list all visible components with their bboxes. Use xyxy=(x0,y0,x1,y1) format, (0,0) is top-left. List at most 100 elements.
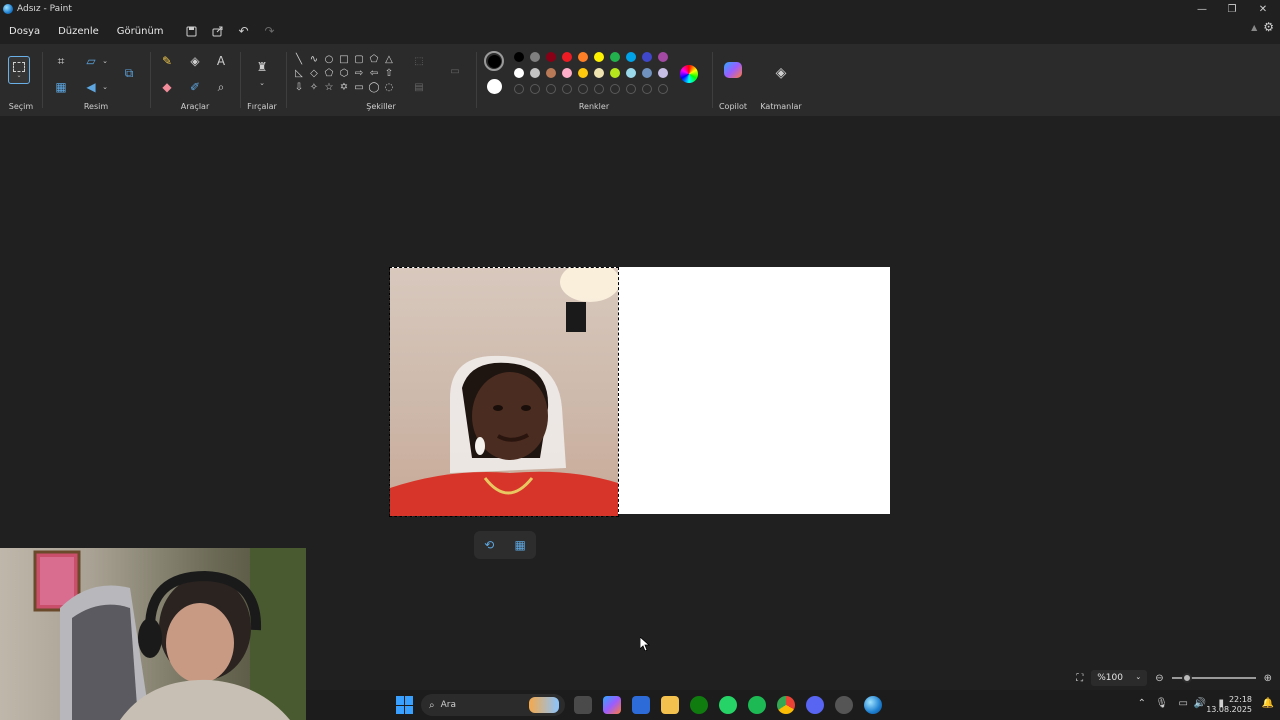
magnifier-icon[interactable]: ⌕ xyxy=(210,76,232,98)
rotate-dropdown-icon[interactable]: ⌄ xyxy=(94,76,116,98)
eraser-icon[interactable]: ◆ xyxy=(156,76,178,98)
share-icon[interactable] xyxy=(205,20,231,42)
custom-color-slot[interactable] xyxy=(642,84,652,94)
color-swatch[interactable] xyxy=(514,68,524,78)
undo-icon[interactable]: ↶ xyxy=(231,20,257,42)
primary-color-button[interactable] xyxy=(484,51,504,71)
microphone-icon[interactable]: 🎙 xyxy=(1155,698,1168,709)
arrow-down-shape-icon[interactable]: ⇩ xyxy=(292,80,306,94)
color-swatch[interactable] xyxy=(562,52,572,62)
custom-color-slot[interactable] xyxy=(530,84,540,94)
fill-style-icon[interactable]: ▤ xyxy=(412,80,426,94)
zoom-slider[interactable] xyxy=(1171,673,1256,683)
layers-icon[interactable]: ◈ xyxy=(770,62,792,84)
selection-marquee[interactable] xyxy=(389,267,619,517)
secondary-color-button[interactable] xyxy=(487,79,502,94)
taskbar-search[interactable]: ⌕ Ara xyxy=(421,694,565,716)
color-swatch[interactable] xyxy=(626,52,636,62)
menu-file[interactable]: Dosya xyxy=(0,26,49,37)
color-swatch[interactable] xyxy=(530,68,540,78)
volume-icon[interactable]: 🔊 xyxy=(1194,698,1206,709)
pencil-icon[interactable]: ✎ xyxy=(156,50,178,72)
color-swatch[interactable] xyxy=(642,68,652,78)
xbox-icon[interactable] xyxy=(690,696,708,714)
color-swatch[interactable] xyxy=(594,68,604,78)
arrow-left-shape-icon[interactable]: ⇦ xyxy=(367,66,381,80)
custom-color-slot[interactable] xyxy=(594,84,604,94)
color-swatch[interactable] xyxy=(626,68,636,78)
restore-button[interactable]: ❐ xyxy=(1217,0,1247,18)
pentagon-shape-icon[interactable]: ⬠ xyxy=(322,66,336,80)
zoom-in-icon[interactable]: ⊕ xyxy=(1264,673,1272,684)
right-triangle-shape-icon[interactable]: ◺ xyxy=(292,66,306,80)
crop-icon[interactable]: ⌗ xyxy=(50,50,72,72)
color-swatch[interactable] xyxy=(658,52,668,62)
custom-color-slot[interactable] xyxy=(562,84,572,94)
custom-color-slot[interactable] xyxy=(626,84,636,94)
color-swatch[interactable] xyxy=(578,68,588,78)
line-shape-icon[interactable]: ╲ xyxy=(292,52,306,66)
color-swatch[interactable] xyxy=(546,68,556,78)
spotify-icon[interactable] xyxy=(748,696,766,714)
arrow-up-shape-icon[interactable]: ⇧ xyxy=(382,66,396,80)
generative-fill-icon[interactable]: ▦ xyxy=(515,538,526,552)
copilot-icon[interactable] xyxy=(724,62,742,78)
color-swatch[interactable] xyxy=(562,68,572,78)
text-tool-icon[interactable]: A xyxy=(210,50,232,72)
six-point-star-shape-icon[interactable]: ✡ xyxy=(337,80,351,94)
remove-background-icon[interactable]: ⟲ xyxy=(484,538,494,552)
triangle-shape-icon[interactable]: △ xyxy=(382,52,396,66)
background-remove-icon[interactable]: ▦ xyxy=(50,76,72,98)
system-clock[interactable]: 22:18 13.08.2025 xyxy=(1206,695,1252,715)
save-icon[interactable] xyxy=(179,20,205,42)
zoom-out-icon[interactable]: ⊖ xyxy=(1155,673,1163,684)
zoom-slider-thumb[interactable] xyxy=(1181,673,1192,683)
four-point-star-shape-icon[interactable]: ✧ xyxy=(307,80,321,94)
custom-color-slot[interactable] xyxy=(658,84,668,94)
outline-style-icon[interactable]: ⬚ xyxy=(412,54,426,68)
selection-tool-button[interactable]: ⌄ xyxy=(8,56,30,84)
five-point-star-shape-icon[interactable]: ☆ xyxy=(322,80,336,94)
custom-color-slot[interactable] xyxy=(610,84,620,94)
color-swatch[interactable] xyxy=(514,52,524,62)
curve-shape-icon[interactable]: ∿ xyxy=(307,52,321,66)
copilot-taskbar-icon[interactable] xyxy=(603,696,621,714)
close-button[interactable]: ✕ xyxy=(1248,0,1278,18)
brush-dropdown-icon[interactable]: ⌄ xyxy=(251,72,273,94)
whatsapp-icon[interactable] xyxy=(719,696,737,714)
callout-rect-shape-icon[interactable]: ▭ xyxy=(352,80,366,94)
tray-overflow-icon[interactable]: ⌃ xyxy=(1138,698,1146,709)
menu-view[interactable]: Görünüm xyxy=(108,26,173,37)
store-icon[interactable] xyxy=(632,696,650,714)
color-swatch[interactable] xyxy=(610,52,620,62)
discord-icon[interactable] xyxy=(806,696,824,714)
minimize-button[interactable]: — xyxy=(1187,0,1217,18)
resize-dropdown-icon[interactable]: ⌄ xyxy=(94,50,116,72)
chrome-icon[interactable] xyxy=(777,696,795,714)
settings-gear-icon[interactable]: ⚙ xyxy=(1263,20,1274,34)
account-icon[interactable]: ▲ xyxy=(1251,23,1257,32)
zoom-dropdown[interactable]: %100 ⌄ xyxy=(1091,670,1148,686)
callout-oval-shape-icon[interactable]: ◯ xyxy=(367,80,381,94)
hexagon-shape-icon[interactable]: ⬡ xyxy=(337,66,351,80)
notification-icon[interactable]: 🔔 xyxy=(1262,698,1274,709)
task-view-icon[interactable] xyxy=(574,696,592,714)
color-swatch[interactable] xyxy=(546,52,556,62)
custom-color-slot[interactable] xyxy=(546,84,556,94)
custom-color-slot[interactable] xyxy=(514,84,524,94)
start-windows-icon[interactable] xyxy=(396,696,414,714)
custom-color-slot[interactable] xyxy=(578,84,588,94)
polygon-shape-icon[interactable]: ⬠ xyxy=(367,52,381,66)
fit-to-window-icon[interactable]: ⛶ xyxy=(1076,673,1083,684)
rectangle-shape-icon[interactable]: □ xyxy=(337,52,351,66)
color-picker-icon[interactable]: ✐ xyxy=(184,76,206,98)
color-swatch[interactable] xyxy=(530,52,540,62)
arrow-right-shape-icon[interactable]: ⇨ xyxy=(352,66,366,80)
menu-edit[interactable]: Düzenle xyxy=(49,26,108,37)
color-swatch[interactable] xyxy=(578,52,588,62)
color-swatch[interactable] xyxy=(610,68,620,78)
file-explorer-icon[interactable] xyxy=(661,696,679,714)
color-swatch[interactable] xyxy=(658,68,668,78)
rounded-rectangle-shape-icon[interactable]: ▢ xyxy=(352,52,366,66)
paint-taskbar-icon[interactable] xyxy=(864,696,882,714)
